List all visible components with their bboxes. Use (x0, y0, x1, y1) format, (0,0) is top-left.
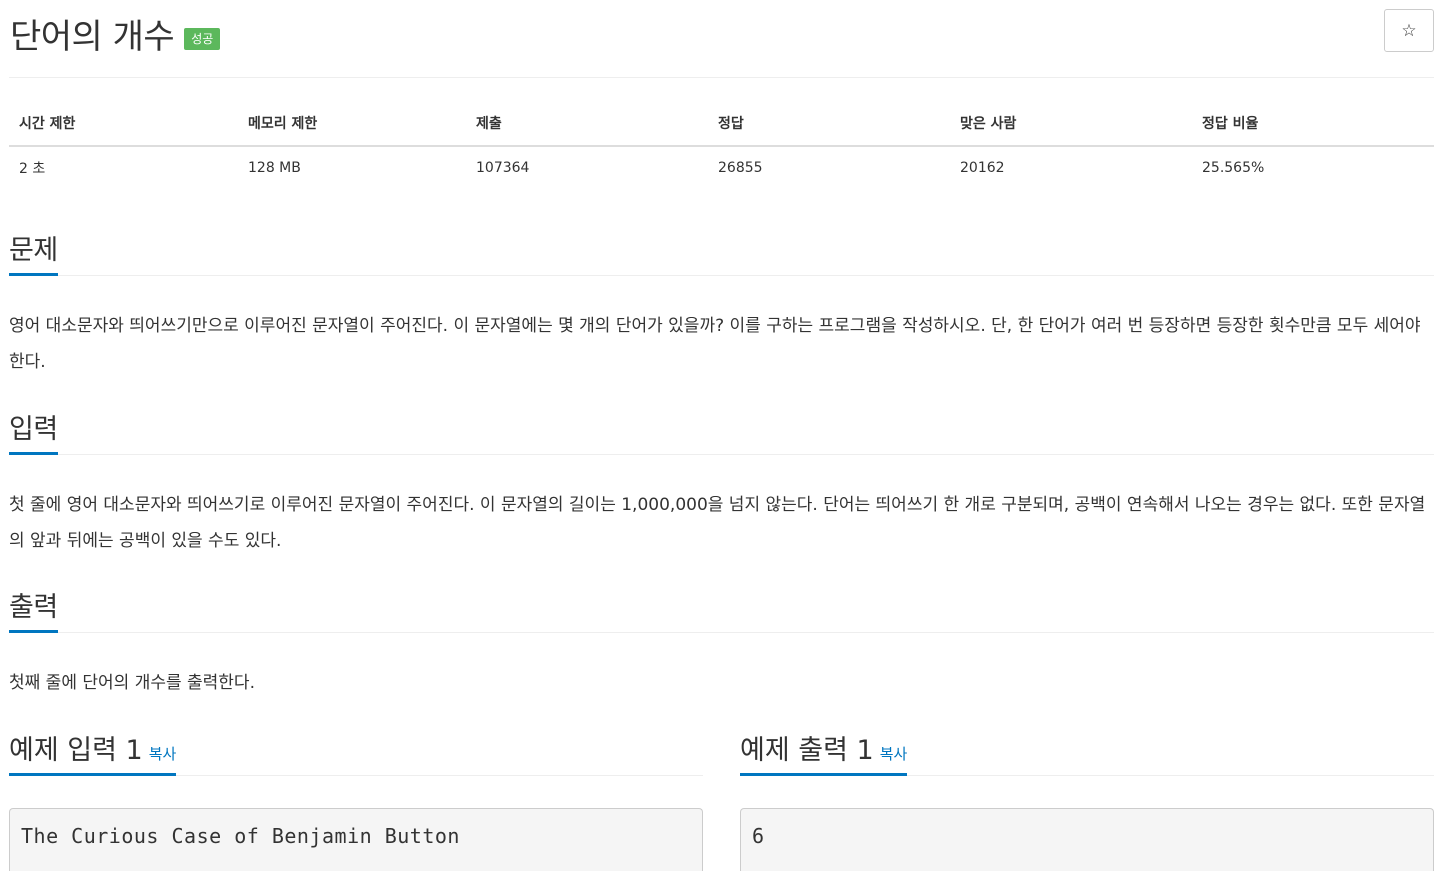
output-title: 출력 (9, 585, 58, 633)
value-submissions: 107364 (476, 160, 530, 176)
star-button[interactable]: ☆ (1384, 9, 1434, 52)
sample-output-box[interactable]: 6 (740, 808, 1434, 871)
sample-output-header: 예제 출력 1 복사 (740, 728, 1434, 776)
header-submissions: 제출 (466, 100, 708, 147)
input-title: 입력 (9, 407, 58, 455)
description-title: 문제 (9, 228, 58, 276)
output-header: 출력 (9, 585, 1434, 633)
value-time-limit: 2 초 (19, 161, 46, 177)
input-header: 입력 (9, 407, 1434, 455)
header-ratio: 정답 비율 (1192, 100, 1434, 147)
sample-input-box[interactable]: The Curious Case of Benjamin Button (9, 808, 703, 871)
copy-sample-output-button[interactable]: 복사 (880, 745, 908, 763)
title-divider (9, 77, 1434, 78)
problem-info-table: 시간 제한 메모리 제한 제출 정답 맞은 사람 정답 비율 2 초 128 M… (9, 100, 1434, 189)
description-text: 영어 대소문자와 띄어쓰기만으로 이루어진 문자열이 주어진다. 이 문자열에는… (9, 316, 1421, 372)
value-ratio: 25.565% (1202, 160, 1265, 176)
sample-output-title-wrap: 예제 출력 1 복사 (740, 728, 908, 776)
header-solvers: 맞은 사람 (950, 100, 1192, 147)
copy-sample-input-button[interactable]: 복사 (149, 745, 177, 763)
problem-title: 단어의 개수 (10, 16, 175, 57)
description-header: 문제 (9, 228, 1434, 276)
sample-output-title: 예제 출력 1 (740, 735, 874, 766)
info-value-row: 2 초 128 MB 107364 26855 20162 25.565% (9, 146, 1434, 189)
value-solvers: 20162 (960, 160, 1005, 176)
star-icon: ☆ (1401, 20, 1417, 41)
header-memory-limit: 메모리 제한 (238, 100, 466, 147)
sample-input-header: 예제 입력 1 복사 (9, 728, 703, 776)
value-memory-limit: 128 MB (248, 160, 301, 176)
info-header-row: 시간 제한 메모리 제한 제출 정답 맞은 사람 정답 비율 (9, 100, 1434, 147)
output-text: 첫째 줄에 단어의 개수를 출력한다. (9, 673, 255, 693)
sample-input-title-wrap: 예제 입력 1 복사 (9, 728, 177, 776)
input-text: 첫 줄에 영어 대소문자와 띄어쓰기로 이루어진 문자열이 주어진다. 이 문자… (9, 495, 1426, 551)
status-badge: 성공 (184, 28, 221, 50)
problem-title-row: 단어의 개수 성공 (10, 8, 221, 58)
sample-input-title: 예제 입력 1 (9, 735, 143, 766)
header-accepted: 정답 (708, 100, 950, 147)
value-accepted: 26855 (718, 160, 763, 176)
header-time-limit: 시간 제한 (9, 100, 238, 147)
